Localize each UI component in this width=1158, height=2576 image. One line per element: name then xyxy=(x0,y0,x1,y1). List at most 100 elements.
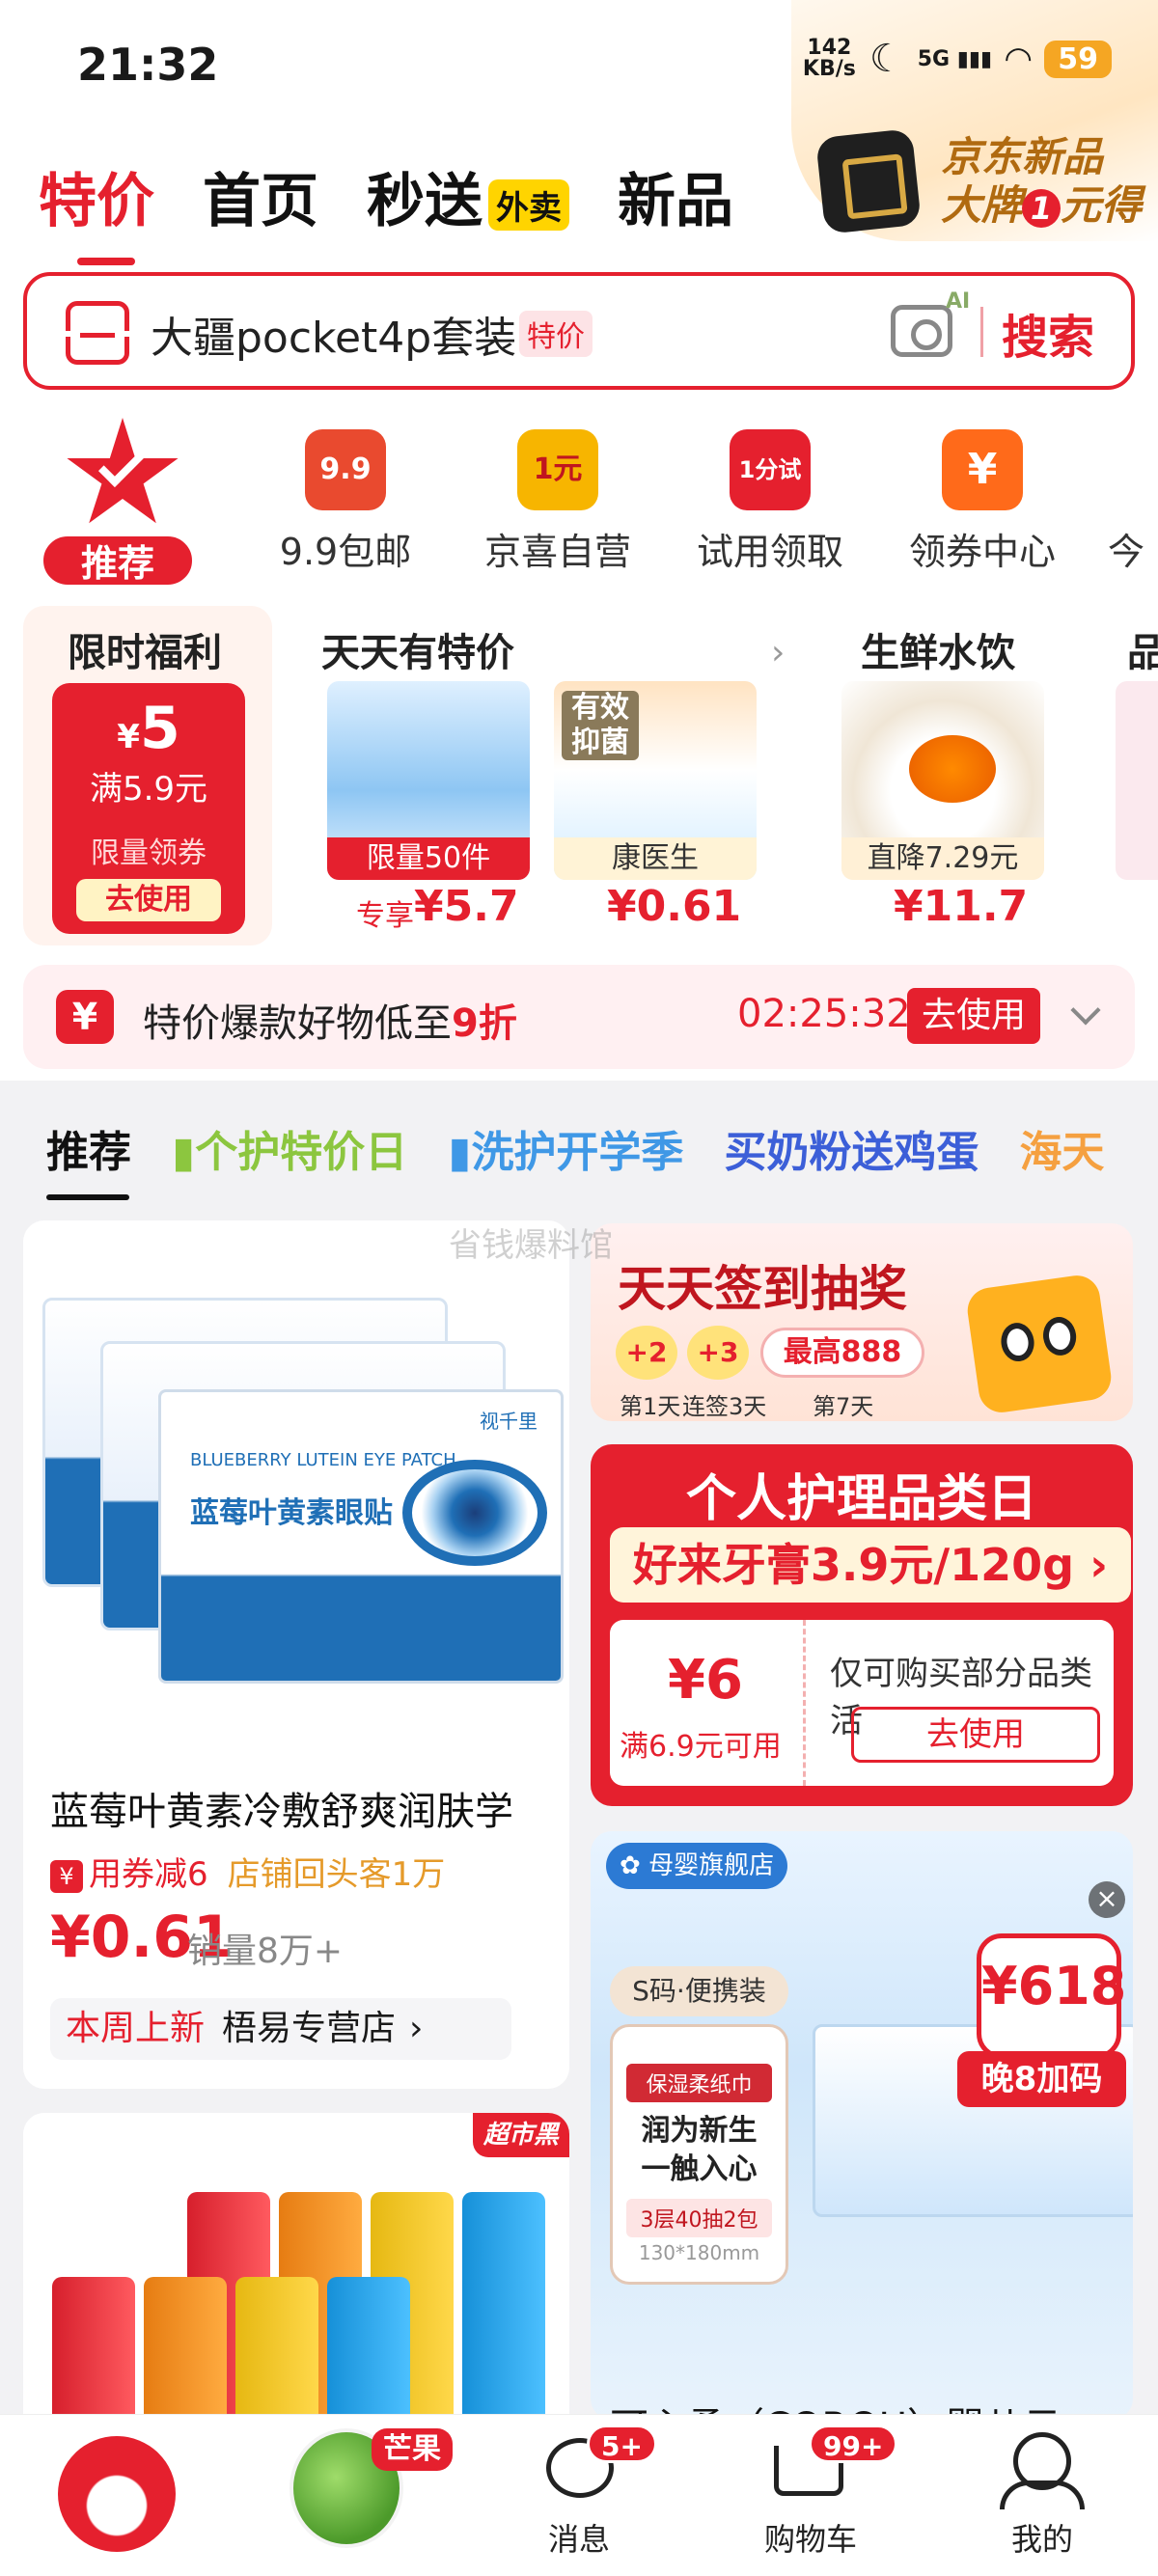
daily-item1-prefix: 专享 xyxy=(356,899,414,933)
feed-tab-tuijian[interactable]: 推荐 xyxy=(46,1117,131,1200)
fresh-card[interactable]: 生鲜水饮 直降7.29元 ¥11.7 xyxy=(816,606,1069,945)
category-label: 9.9包邮 xyxy=(279,531,412,573)
feed-tab-milk[interactable]: 买奶粉送鸡蛋 xyxy=(724,1117,979,1179)
scan-icon[interactable] xyxy=(63,301,132,365)
category-label: 试用领取 xyxy=(696,531,843,573)
size-pill: S码·便携装 xyxy=(610,1966,788,2016)
chevron-down-icon[interactable] xyxy=(1070,995,1101,1026)
category-item[interactable]: 1分试 试用领取 xyxy=(683,429,857,575)
max-reward: 最高888 xyxy=(760,1328,924,1378)
camera-icon[interactable] xyxy=(891,305,952,357)
mascot-icon xyxy=(964,1273,1115,1415)
package-size: 130*180mm xyxy=(638,2241,760,2264)
promo-bar[interactable]: ¥ 特价爆款好物低至9折 02:25:32 去使用 xyxy=(23,965,1135,1069)
coupon-amount: ¥6 xyxy=(668,1649,743,1712)
tab-home[interactable]: 首页 xyxy=(203,154,318,238)
daily-deal-card[interactable]: 天天有特价 › 限量50件 有效抑菌 康医生 专享 ¥5.7 ¥0.61 xyxy=(298,606,810,945)
yen-badge-icon: ¥ xyxy=(50,1859,83,1893)
product-card-copou[interactable]: ✿ 母婴旗舰店 × S码·便携装 保湿柔纸巾 润为新生 一触入心 3层40抽2包… xyxy=(591,1831,1133,2420)
tab-tejia[interactable]: 特价 xyxy=(39,154,154,265)
nav-cart[interactable]: 99+ 购物车 xyxy=(714,2415,907,2576)
category-tuijian-label: 推荐 xyxy=(41,534,195,588)
net-speed-unit: KB/s xyxy=(802,57,856,81)
battery-indicator: 59 xyxy=(1044,40,1112,78)
countdown-timer: 02:25:32 xyxy=(737,992,911,1036)
coupon-condition: 满6.9元可用 xyxy=(620,1730,782,1764)
welfare-amount: ¥5 xyxy=(52,695,245,762)
promo-line2-b: 元得 xyxy=(1061,181,1143,229)
status-icons: 142 KB/s ☾ 5G ▮▮▮ ◠ 59 xyxy=(803,37,1112,81)
nav-cart-label: 购物车 xyxy=(763,2521,857,2558)
nav-me[interactable]: 我的 xyxy=(946,2415,1139,2576)
ai-label: AI xyxy=(946,289,971,314)
search-divider xyxy=(980,307,983,357)
deal-cards: 限时福利 ¥5 满5.9元 限量领券 去使用 天天有特价 › 限量50件 有效抑… xyxy=(23,606,1158,948)
search-button[interactable]: 搜索 xyxy=(1002,299,1094,367)
nav-home[interactable] xyxy=(0,2415,193,2576)
tab-new[interactable]: 新品 xyxy=(618,154,733,238)
welfare-card[interactable]: 限时福利 ¥5 满5.9元 限量领券 去使用 xyxy=(23,606,272,945)
personal-care-card[interactable]: 个人护理品类日 好来牙膏3.9元/120g › ¥6 满6.9元可用 仅可购买部… xyxy=(591,1444,1133,1806)
daily-item1-price: ¥5.7 xyxy=(414,882,519,931)
tissue-product-image[interactable]: 限量50件 xyxy=(327,681,530,880)
personal-coupon[interactable]: ¥6 满6.9元可用 仅可购买部分品类活 去使用 xyxy=(610,1620,1114,1786)
promo-line1: 京东新品 xyxy=(941,133,1104,180)
welfare-use-button[interactable]: 去使用 xyxy=(76,879,221,921)
category-item[interactable]: ¥ 领券中心 xyxy=(896,429,1069,575)
net-speed-value: 142 xyxy=(807,36,852,60)
eye-icon xyxy=(402,1460,547,1566)
new-tag: 本周上新 xyxy=(66,2009,206,2048)
promo-bar-text-a: 特价爆款好物低至 xyxy=(143,1001,452,1046)
category-tuijian[interactable]: 推荐 xyxy=(41,418,205,588)
feed-tabs: 推荐 ▮个护特价日 ▮洗护开学季 买奶粉送鸡蛋 海天 xyxy=(46,1117,1104,1200)
tab-miaosong[interactable]: 秒送 外卖 xyxy=(367,154,569,238)
daily-item2-img-text: 有效抑菌 xyxy=(562,691,639,760)
coupon-line: ¥ 用券减6 店铺回头客1万 xyxy=(50,1848,445,1895)
returning-text: 店铺回头客1万 xyxy=(227,1855,446,1894)
category-item[interactable]: 9.9 9.9包邮 xyxy=(259,429,432,575)
brand-store-badge[interactable]: ✿ 母婴旗舰店 xyxy=(606,1843,788,1889)
personal-care-subtitle[interactable]: 好来牙膏3.9元/120g › xyxy=(610,1527,1131,1603)
promo-bar-use-button[interactable]: 去使用 xyxy=(907,988,1040,1044)
daily-item2-price: ¥0.61 xyxy=(607,882,742,931)
sales-count: 销量8万+ xyxy=(187,1932,344,1971)
more-title: 品 xyxy=(1127,631,1158,675)
category-item[interactable]: 1元 京喜自营 xyxy=(471,429,645,575)
feed-tab-haitian[interactable]: 海天 xyxy=(1019,1117,1104,1179)
max-label: 第7天 xyxy=(813,1393,874,1420)
shop-link[interactable]: 本周上新 梧易专营店 › xyxy=(50,1998,511,2060)
signin-card[interactable]: 天天签到抽奖 +2 +3 最高888 第1天 连签3天 第7天 xyxy=(591,1223,1133,1421)
personal-care-sub-text: 好来牙膏3.9元/120g xyxy=(632,1539,1075,1591)
welfare-coupon[interactable]: ¥5 满5.9元 限量领券 去使用 xyxy=(52,683,245,934)
nav-messages[interactable]: 5+ 消息 xyxy=(482,2415,676,2576)
welfare-title: 限时福利 xyxy=(68,631,222,675)
category-jingxi-icon: 1元 xyxy=(517,429,598,510)
product-card-eyepatch[interactable]: BLUEBERRY LUTEIN EYE PATCH 蓝莓叶黄素眼贴 视千里 蓝… xyxy=(23,1220,569,2089)
package-slogan: 润为新生 一触入心 xyxy=(641,2114,758,2186)
more-card[interactable]: 品 xyxy=(1089,606,1158,945)
top-nav: 特价 首页 秒送 外卖 新品 xyxy=(39,154,733,265)
promo-banner[interactable]: 京东新品 大牌 1 元得 xyxy=(941,133,1142,230)
chevron-right-icon: › xyxy=(409,2009,424,2048)
personal-care-title: 个人护理品类日 xyxy=(685,1470,1037,1528)
feed-tab-wash[interactable]: ▮洗护开学季 xyxy=(448,1117,683,1179)
promo-bar-discount: 9折 xyxy=(452,1001,517,1046)
coupon-divider xyxy=(803,1620,806,1786)
jd-new-logo-icon[interactable] xyxy=(815,128,922,234)
yen-icon: ¥ xyxy=(56,990,114,1044)
search-input[interactable]: 大疆pocket4p套装 xyxy=(151,303,516,365)
welfare-currency: ¥ xyxy=(117,718,140,756)
brand-logo-icon: ✿ xyxy=(620,1851,649,1880)
feed-tab-personal-care[interactable]: ▮个护特价日 xyxy=(172,1117,407,1179)
box-title: 蓝莓叶黄素眼贴 xyxy=(190,1496,393,1530)
chevron-right-icon[interactable]: › xyxy=(771,633,785,672)
supermarket-tag: 超市黑五 xyxy=(473,2113,569,2194)
close-icon[interactable]: × xyxy=(1089,1881,1125,1918)
coupon-use-button[interactable]: 去使用 xyxy=(851,1707,1100,1763)
search-bar[interactable]: 大疆pocket4p套装 特价 AI 搜索 xyxy=(23,272,1135,390)
user-body-icon xyxy=(1000,2480,1085,2509)
yizhen-product-image[interactable]: 有效抑菌 康医生 xyxy=(554,681,757,880)
category-item[interactable]: 今 xyxy=(1108,429,1158,575)
category-coupon-icon: ¥ xyxy=(942,429,1023,510)
salted-egg-image[interactable]: 直降7.29元 xyxy=(841,681,1044,880)
